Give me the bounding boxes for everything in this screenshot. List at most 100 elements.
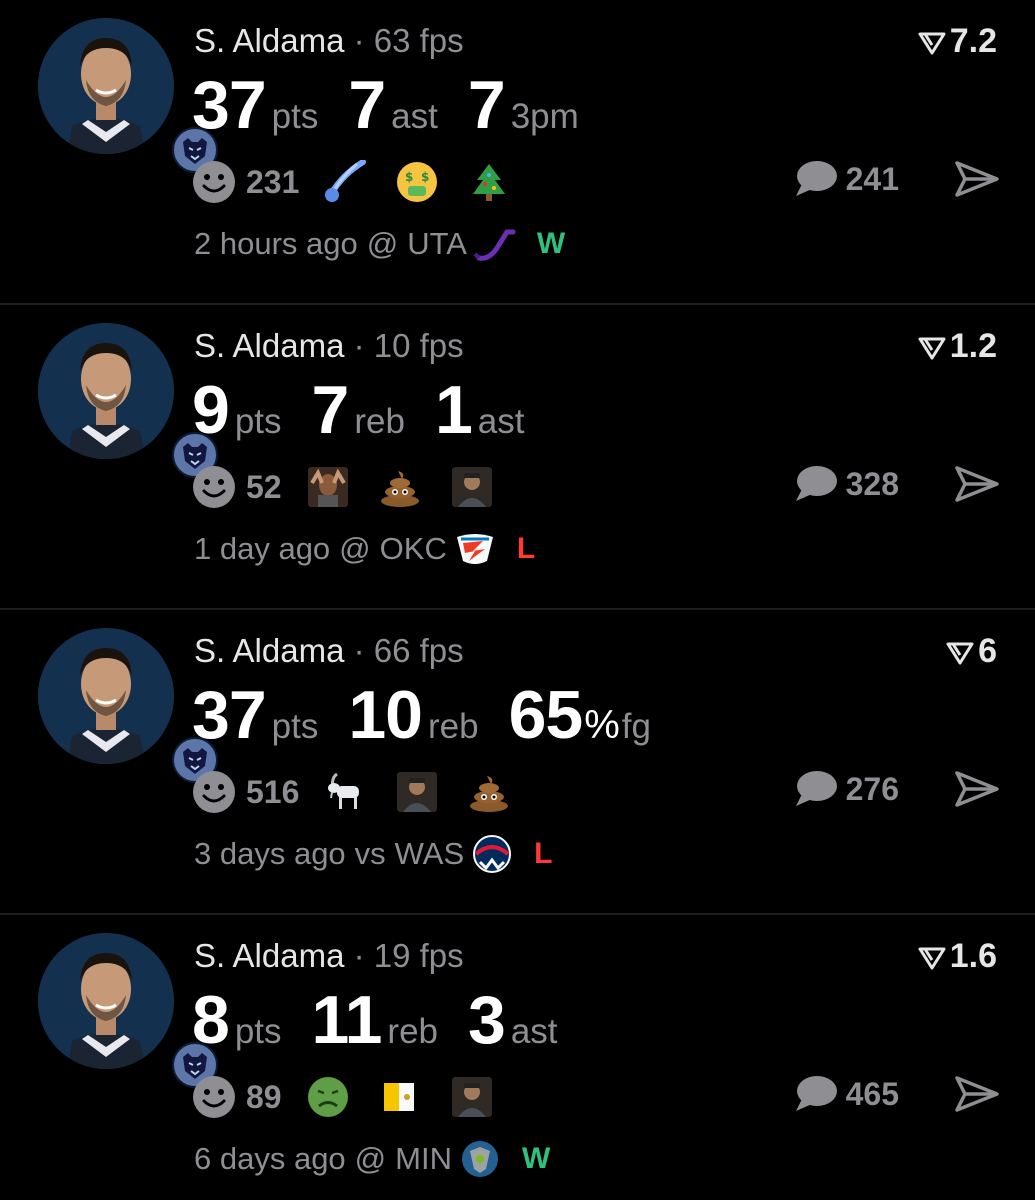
post-time: 6 days ago xyxy=(194,1141,346,1176)
svg-text:$: $ xyxy=(405,170,413,184)
speech-bubble-icon[interactable] xyxy=(794,770,838,808)
smiley-icon[interactable] xyxy=(192,770,236,814)
game-meta: 3 days ago vs WAS L xyxy=(194,834,552,874)
post-score[interactable]: 1.2 xyxy=(918,327,997,366)
thunder-logo xyxy=(453,529,497,569)
comet-emoji[interactable] xyxy=(323,160,367,204)
stat-item: 9 pts xyxy=(192,371,282,449)
stat-unit: 3pm xyxy=(510,97,579,136)
score-arrow-icon xyxy=(918,337,946,359)
comment-count: 241 xyxy=(845,160,899,197)
stat-item: 7 3pm xyxy=(468,66,579,144)
send-arrow-icon[interactable] xyxy=(955,161,999,197)
player-avatar[interactable] xyxy=(38,18,218,173)
timberwolves-logo xyxy=(458,1139,502,1179)
christmas-tree-emoji[interactable] xyxy=(467,160,511,204)
stat-unit: pts xyxy=(271,97,319,136)
opponent-team[interactable]: OKC xyxy=(380,531,447,567)
send-arrow-icon[interactable] xyxy=(955,771,999,807)
stat-value: 65 xyxy=(508,677,584,753)
post-time: 2 hours ago xyxy=(194,226,358,261)
player-name[interactable]: S. Aldama xyxy=(194,22,344,59)
stat-line: 37 pts 7 ast 7 3pm xyxy=(192,66,609,144)
stat-line: 37 pts 10 reb 65% fg xyxy=(192,676,681,754)
send-arrow-icon[interactable] xyxy=(955,1076,999,1112)
smiley-icon[interactable] xyxy=(192,465,236,509)
reaction-count: 231 xyxy=(246,163,300,200)
post-score[interactable]: 1.6 xyxy=(918,937,997,976)
stat-unit: reb xyxy=(427,707,479,746)
stat-percent-sign: % xyxy=(584,703,620,747)
send-arrow-icon[interactable] xyxy=(955,466,999,502)
post-score[interactable]: 7.2 xyxy=(918,22,997,61)
player-avatar[interactable] xyxy=(38,933,218,1088)
player-name[interactable]: S. Aldama xyxy=(194,937,344,974)
comment-count: 276 xyxy=(845,770,899,807)
poop-emoji[interactable] xyxy=(378,465,422,509)
reactions-bar: 231 $ $ xyxy=(192,160,539,204)
stat-unit: fg xyxy=(621,707,651,746)
person-photo-emoji[interactable] xyxy=(450,1075,494,1119)
player-name[interactable]: S. Aldama xyxy=(194,327,344,364)
stat-item: 37 pts xyxy=(192,676,318,754)
stat-unit: ast xyxy=(477,402,525,441)
poop-emoji[interactable] xyxy=(467,770,511,814)
post-actions: 465 xyxy=(794,1075,999,1113)
person-reaction-emoji[interactable] xyxy=(306,465,350,509)
stat-item: 65% fg xyxy=(509,676,651,754)
money-face-emoji[interactable]: $ $ xyxy=(395,160,439,204)
speech-bubble-icon[interactable] xyxy=(794,160,838,198)
post-score[interactable]: 6 xyxy=(946,632,997,671)
score-value: 1.6 xyxy=(949,937,997,975)
game-meta: 6 days ago @ MIN W xyxy=(194,1139,550,1179)
venue-indicator: vs xyxy=(354,836,386,871)
fantasy-points: 66 fps xyxy=(373,632,464,669)
stat-value: 7 xyxy=(311,372,350,448)
game-meta: 2 hours ago @ UTA W xyxy=(194,224,565,264)
vatican-flag-emoji[interactable] xyxy=(378,1075,422,1119)
stat-post-card[interactable]: S. Aldama · 66 fps 6 37 pts 10 reb 65% fg 516 xyxy=(0,610,1035,915)
person-photo-emoji[interactable] xyxy=(395,770,439,814)
svg-text:$: $ xyxy=(421,170,429,184)
stat-unit: reb xyxy=(387,1012,439,1051)
reactions-bar: 52 xyxy=(192,465,522,509)
stat-value: 8 xyxy=(192,982,230,1058)
player-avatar[interactable] xyxy=(38,628,218,783)
fantasy-points: 19 fps xyxy=(373,937,464,974)
post-feed: S. Aldama · 63 fps 7.2 37 pts 7 ast 7 3pm 231… xyxy=(0,0,1035,1200)
smiley-icon[interactable] xyxy=(192,1075,236,1119)
stat-post-card[interactable]: S. Aldama · 10 fps 1.2 9 pts 7 reb 1 ast 52 xyxy=(0,305,1035,610)
stat-post-card[interactable]: S. Aldama · 63 fps 7.2 37 pts 7 ast 7 3pm 231… xyxy=(0,0,1035,305)
post-header: S. Aldama · 66 fps xyxy=(194,632,464,670)
stat-value: 11 xyxy=(311,982,383,1058)
opponent-team[interactable]: WAS xyxy=(395,836,464,872)
opponent-team[interactable]: UTA xyxy=(407,226,467,262)
post-actions: 276 xyxy=(794,770,999,808)
score-value: 7.2 xyxy=(949,22,997,60)
reactions-bar: 89 xyxy=(192,1075,522,1119)
venue-indicator: @ xyxy=(366,226,399,261)
game-meta: 1 day ago @ OKC L xyxy=(194,529,535,569)
game-result: W xyxy=(536,227,566,260)
goat-emoji[interactable] xyxy=(323,770,367,814)
stat-post-card[interactable]: S. Aldama · 19 fps 1.6 8 pts 11 reb 3 ast 89 xyxy=(0,915,1035,1200)
comment-count: 328 xyxy=(845,465,899,502)
fantasy-points: 63 fps xyxy=(373,22,464,59)
smiley-icon[interactable] xyxy=(192,160,236,204)
reactions-bar: 516 xyxy=(192,770,539,814)
stat-line: 9 pts 7 reb 1 ast xyxy=(192,371,554,449)
score-arrow-icon xyxy=(946,642,974,664)
nauseated-face-emoji[interactable] xyxy=(306,1075,350,1119)
speech-bubble-icon[interactable] xyxy=(794,465,838,503)
stat-value: 7 xyxy=(467,67,506,143)
speech-bubble-icon[interactable] xyxy=(794,1075,838,1113)
stat-item: 11 reb xyxy=(312,981,438,1059)
stat-unit: pts xyxy=(271,707,319,746)
fantasy-points: 10 fps xyxy=(373,327,464,364)
opponent-team[interactable]: MIN xyxy=(395,1141,452,1177)
player-name[interactable]: S. Aldama xyxy=(194,632,344,669)
venue-indicator: @ xyxy=(354,1141,387,1176)
person-photo-emoji[interactable] xyxy=(450,465,494,509)
jazz-logo xyxy=(473,224,517,264)
player-avatar[interactable] xyxy=(38,323,218,478)
